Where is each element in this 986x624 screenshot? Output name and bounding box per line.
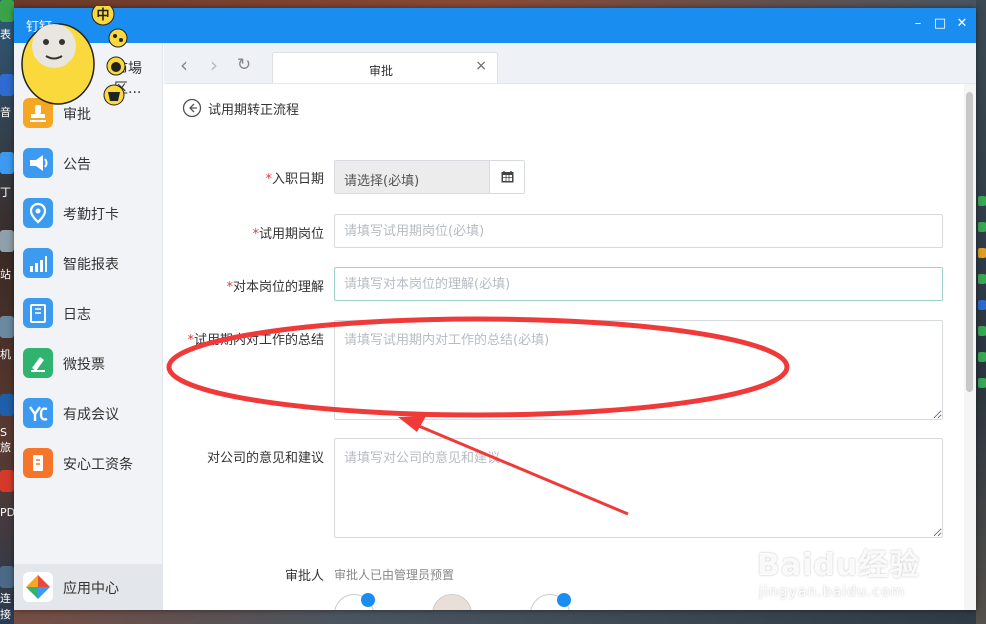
hire-date-placeholder: 请选择(必填)	[344, 174, 420, 189]
hire-date-label: *入职日期	[265, 172, 324, 187]
desktop-app-icon[interactable]	[0, 152, 14, 174]
tab-close-icon[interactable]: ×	[475, 58, 487, 74]
approver-label: 审批人	[284, 569, 324, 584]
sidebar-item-announcement[interactable]: 公告	[14, 143, 163, 183]
approver-avatar[interactable]	[432, 594, 472, 610]
post-understanding-label: *对本岗位的理解	[226, 280, 324, 295]
desktop-app-icon[interactable]	[0, 566, 14, 588]
sidebar-item-label: 安心工资条	[63, 457, 133, 473]
back-circle-icon[interactable]	[182, 98, 202, 118]
desktop-app-icon[interactable]	[978, 352, 986, 362]
desktop-left-strip: 表 音 丁 站 机 S 旅 PD 连接	[0, 0, 16, 624]
desktop-app-icon[interactable]	[0, 470, 14, 492]
window-controls: – □ ✕	[910, 14, 970, 34]
work-summary-label: *试用期内对工作的总结	[187, 333, 324, 348]
minimize-icon[interactable]: –	[910, 14, 926, 34]
calendar-button[interactable]	[489, 161, 524, 193]
desktop-app-icon[interactable]	[978, 300, 986, 310]
desktop-label: 丁	[0, 186, 11, 199]
sidebar-item-label: 有成会议	[63, 407, 119, 423]
meeting-icon	[23, 398, 53, 428]
desktop-label: S 旅	[0, 426, 11, 454]
app-center-icon	[23, 572, 53, 602]
sidebar: 市場区... 审批 公告 考勤打卡 智能报表 日志 微投票 有成会议 安心工资条…	[14, 43, 163, 610]
sidebar-item-label: 公告	[63, 157, 91, 173]
salary-icon	[23, 448, 53, 478]
scrollbar[interactable]	[964, 84, 976, 610]
sidebar-item-app-center[interactable]: 应用中心	[14, 564, 163, 610]
vote-icon	[23, 348, 53, 378]
sidebar-item-attendance[interactable]: 考勤打卡	[14, 193, 163, 233]
forward-arrow-icon[interactable]: ›	[204, 54, 224, 78]
page-title: 试用期转正流程	[208, 102, 300, 118]
nav-controls: ‹ › ↻	[174, 54, 254, 78]
desktop-label: 站	[0, 268, 11, 281]
megaphone-icon	[23, 148, 53, 178]
probation-post-input[interactable]	[334, 214, 943, 248]
maximize-icon[interactable]: □	[932, 14, 948, 34]
desktop-app-icon[interactable]	[978, 222, 986, 232]
desktop-label: 机	[0, 348, 11, 361]
suggestions-textarea[interactable]	[334, 438, 943, 538]
scrollbar-thumb[interactable]	[966, 92, 973, 392]
tab-approval[interactable]: 审批 ×	[272, 52, 498, 84]
probation-post-label: *试用期岗位	[252, 227, 324, 242]
sidebar-item-label: 应用中心	[63, 581, 119, 597]
titlebar: 钉钉 – □ ✕	[14, 8, 976, 43]
desktop-app-icon[interactable]	[978, 326, 986, 336]
approver-note: 审批人已由管理员预置	[334, 568, 455, 582]
watermark: Baidu经验 jingyan.baidu.com	[757, 540, 920, 600]
desktop-app-icon[interactable]	[978, 248, 986, 258]
desktop-app-icon[interactable]	[978, 378, 986, 388]
desktop-right-strip	[976, 0, 986, 624]
sidebar-item-label: 日志	[63, 307, 91, 323]
suggestions-label: 对公司的意见和建议	[206, 451, 324, 466]
approver-avatar[interactable]	[530, 593, 571, 610]
work-summary-textarea[interactable]	[334, 320, 943, 420]
sidebar-item-log[interactable]: 日志	[14, 293, 163, 333]
sticker-emoji: 中	[21, 6, 128, 106]
calendar-icon	[501, 171, 514, 183]
desktop-app-icon[interactable]	[0, 230, 14, 252]
watermark-url: jingyan.baidu.com	[759, 584, 906, 600]
approver-avatar[interactable]	[334, 593, 375, 610]
refresh-icon[interactable]: ↻	[234, 54, 254, 78]
desktop-label: PD	[0, 506, 16, 519]
desktop-label: 表	[0, 28, 11, 41]
location-pin-icon	[23, 198, 53, 228]
sidebar-item-salary[interactable]: 安心工资条	[14, 443, 163, 483]
close-icon[interactable]: ✕	[954, 14, 970, 34]
hire-date-picker[interactable]: 请选择(必填)	[334, 160, 525, 194]
desktop-app-icon[interactable]	[978, 196, 986, 206]
desktop-app-icon[interactable]	[0, 394, 14, 416]
sidebar-item-label: 考勤打卡	[63, 207, 119, 223]
desktop-app-icon[interactable]	[0, 74, 14, 96]
desktop-app-icon[interactable]	[0, 316, 14, 338]
post-understanding-input[interactable]	[334, 267, 943, 301]
notebook-icon	[23, 298, 53, 328]
desktop-app-icon[interactable]	[0, 0, 14, 22]
back-arrow-icon[interactable]: ‹	[174, 54, 194, 78]
edit-icon	[557, 593, 571, 607]
watermark-logo: Baidu经验	[757, 548, 921, 583]
sidebar-item-label: 微投票	[63, 357, 105, 373]
tab-label: 审批	[369, 64, 394, 78]
svg-text:中: 中	[96, 7, 109, 23]
edit-icon	[361, 593, 375, 607]
desktop-label: 音	[0, 106, 11, 119]
sidebar-item-meeting[interactable]: 有成会议	[14, 393, 163, 433]
sidebar-item-reports[interactable]: 智能报表	[14, 243, 163, 283]
sidebar-item-label: 智能报表	[63, 257, 119, 273]
bar-chart-icon	[23, 248, 53, 278]
sidebar-item-vote[interactable]: 微投票	[14, 343, 163, 383]
desktop-label: 连接	[0, 592, 11, 621]
page-header: 试用期转正流程	[182, 98, 299, 118]
desktop-app-icon[interactable]	[978, 274, 986, 284]
app-window: 钉钉 – □ ✕ 市場区... 审批 公告 考勤打卡 智能报表 日志 微投票 有…	[14, 8, 976, 610]
divider	[164, 83, 976, 84]
